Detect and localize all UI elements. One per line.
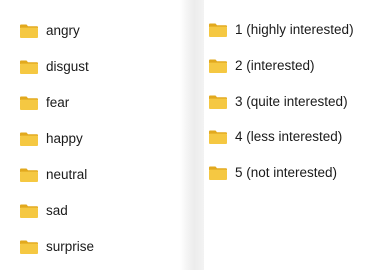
folder-label: 3 (quite interested) [235, 94, 348, 109]
folder-item-5-not-interested[interactable]: 5 (not interested) [209, 164, 337, 182]
folder-item-fear[interactable]: fear [20, 94, 69, 112]
folder-item-3-quite-interested[interactable]: 3 (quite interested) [209, 93, 348, 111]
folder-icon [209, 130, 227, 144]
folder-icon [20, 168, 38, 182]
folder-label: 5 (not interested) [235, 165, 338, 180]
folder-icon [209, 23, 227, 37]
folder-label: happy [46, 131, 83, 146]
right-folder-pane: 1 (highly interested) 2 (interested) 3 (… [204, 0, 365, 270]
folder-item-neutral[interactable]: neutral [20, 166, 87, 184]
folder-label: 1 (highly interested) [235, 22, 354, 37]
folder-item-disgust[interactable]: disgust [20, 58, 89, 76]
folder-label: angry [46, 23, 80, 38]
folder-icon [20, 96, 38, 110]
folder-item-1-highly-interested[interactable]: 1 (highly interested) [209, 21, 354, 39]
folder-icon [20, 204, 38, 218]
folder-item-4-less-interested[interactable]: 4 (less interested) [209, 128, 342, 146]
folder-item-surprise[interactable]: surprise [20, 238, 94, 256]
folder-label: 4 (less interested) [235, 129, 343, 144]
pane-divider [180, 0, 204, 270]
folder-item-2-interested[interactable]: 2 (interested) [209, 57, 315, 75]
folder-label: 2 (interested) [235, 58, 315, 73]
folder-icon [20, 240, 38, 254]
folder-label: sad [46, 203, 68, 218]
folder-item-happy[interactable]: happy [20, 130, 83, 148]
folder-item-angry[interactable]: angry [20, 22, 80, 40]
left-folder-pane: angry disgust fear happy neutral sad sur… [0, 0, 180, 270]
folder-icon [20, 132, 38, 146]
folder-icon [209, 59, 227, 73]
folder-icon [209, 95, 227, 109]
folder-label: neutral [46, 167, 88, 182]
folder-item-sad[interactable]: sad [20, 202, 68, 220]
folder-label: fear [46, 95, 70, 110]
folder-icon [20, 24, 38, 38]
folder-icon [209, 166, 227, 180]
folder-label: surprise [46, 239, 95, 254]
folder-icon [20, 60, 38, 74]
folder-label: disgust [46, 59, 89, 74]
